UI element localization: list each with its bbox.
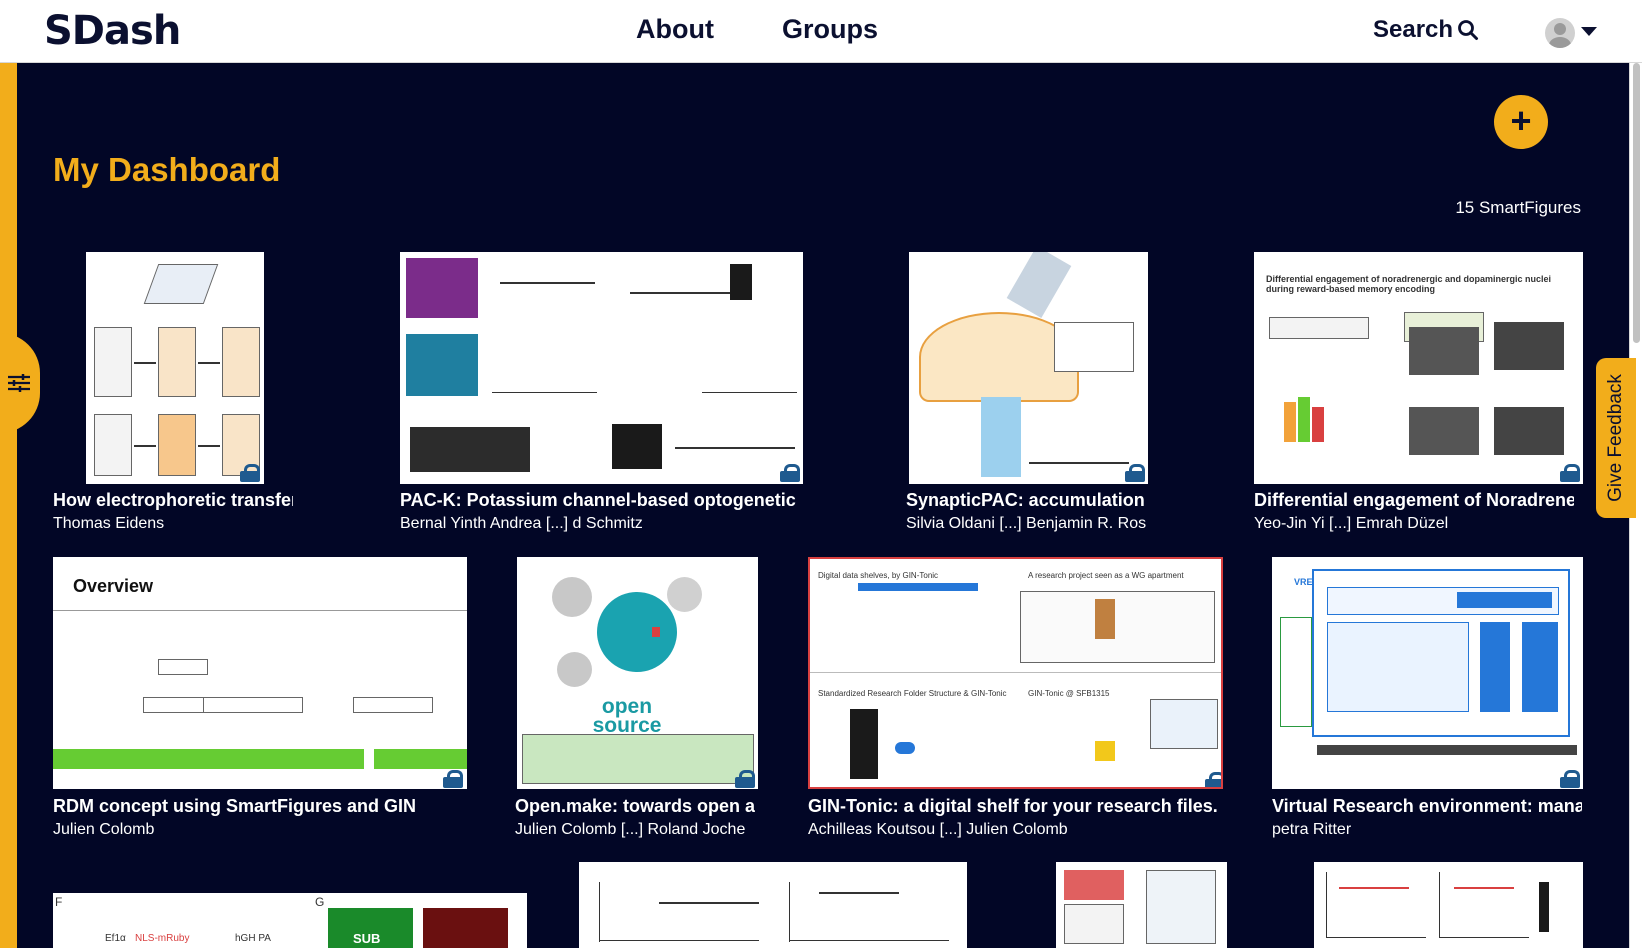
scrollbar-thumb[interactable]: [1633, 63, 1640, 343]
sidebar-rail: [0, 63, 17, 948]
figure-thumbnail[interactable]: Digital data shelves, by GIN-Tonic A res…: [808, 557, 1223, 789]
gin-heading-1: Digital data shelves, by GIN-Tonic: [818, 571, 939, 580]
card-title[interactable]: Open.make: towards open an: [515, 796, 755, 817]
give-feedback-button[interactable]: Give Feedback: [1596, 358, 1636, 518]
page-title: My Dashboard: [53, 151, 281, 188]
overview-heading: Overview: [73, 576, 154, 596]
add-figure-button[interactable]: +: [1494, 95, 1548, 149]
lock-icon: [1560, 464, 1580, 482]
sliders-icon[interactable]: [8, 373, 32, 399]
card-title[interactable]: RDM concept using SmartFigures and GIN: [53, 796, 467, 817]
figure-thumbnail[interactable]: F G Ef1α NLS-mRuby hGH PA SUB: [53, 893, 527, 948]
card-title[interactable]: How electrophoretic transfer: [53, 490, 293, 511]
gin-heading-4: GIN-Tonic @ SFB1315: [1028, 689, 1110, 698]
lock-icon: [735, 770, 755, 788]
lock-icon: [240, 464, 260, 482]
figure-thumbnail[interactable]: [86, 252, 264, 484]
sdash-logo[interactable]: SDash: [44, 8, 181, 54]
vre-label: VRE: [1294, 577, 1313, 587]
lock-icon: [1205, 772, 1221, 787]
card-title[interactable]: Differential engagement of Noradrener: [1254, 490, 1574, 511]
card-author: Thomas Eidens: [53, 515, 165, 532]
panel-label-f: F: [55, 895, 63, 909]
figure-thumbnail[interactable]: Overview: [53, 557, 467, 789]
search-label: Search: [1373, 16, 1454, 43]
nav-groups[interactable]: Groups: [782, 14, 878, 45]
card-author: petra Ritter: [1272, 821, 1352, 838]
construct-label-hgh: hGH PA: [235, 933, 271, 944]
lock-icon: [443, 770, 463, 788]
user-avatar[interactable]: [1545, 18, 1575, 48]
nav-about[interactable]: About: [636, 14, 714, 45]
construct-label-ef1a: Ef1α: [105, 933, 126, 944]
construct-label-mruby: NLS-mRuby: [135, 933, 190, 944]
region-label-sub: SUB: [353, 931, 381, 946]
card-author: Julien Colomb [...] Roland Joche: [515, 821, 746, 838]
search-icon: [1458, 20, 1479, 40]
feedback-label: Give Feedback: [1605, 374, 1626, 502]
figure-thumbnail[interactable]: [909, 252, 1148, 484]
gin-heading-2: A research project seen as a WG apartmen…: [1028, 571, 1184, 580]
card-title[interactable]: SynapticPAC: accumulation c: [906, 490, 1146, 511]
top-navbar: SDash About Groups Search: [0, 0, 1642, 63]
card-title[interactable]: PAC-K: Potassium channel-based optogenet…: [400, 490, 800, 511]
figure-heading: Differential engagement of noradrenergic…: [1266, 274, 1552, 294]
figure-thumbnail[interactable]: [579, 862, 967, 948]
panel-label-g: G: [315, 895, 325, 909]
gin-heading-3: Standardized Research Folder Structure &…: [818, 689, 1007, 698]
figure-thumbnail[interactable]: VRE: [1272, 557, 1583, 789]
lock-icon: [780, 464, 800, 482]
search-button[interactable]: Search: [1373, 16, 1479, 44]
figure-thumbnail[interactable]: [1056, 862, 1227, 948]
figure-thumbnail[interactable]: open source hardware: [517, 557, 758, 789]
figure-thumbnail[interactable]: [400, 252, 803, 484]
figure-count: 15 SmartFigures: [1455, 198, 1581, 217]
chevron-down-icon[interactable]: [1581, 27, 1597, 36]
card-title[interactable]: Virtual Research environment: manag: [1272, 796, 1582, 817]
figure-thumbnail[interactable]: [1314, 862, 1583, 948]
card-author: Yeo-Jin Yi [...] Emrah Düzel: [1254, 515, 1449, 532]
card-author: Julien Colomb: [53, 821, 155, 838]
lock-icon: [1560, 770, 1580, 788]
card-author: Bernal Yinth Andrea [...] d Schmitz: [400, 515, 643, 532]
figure-thumbnail[interactable]: Differential engagement of noradrenergic…: [1254, 252, 1583, 484]
card-author: Silvia Oldani [...] Benjamin R. Rost: [906, 515, 1146, 532]
card-title[interactable]: GIN-Tonic: a digital shelf for your rese…: [808, 796, 1223, 817]
lock-icon: [1125, 464, 1145, 482]
card-author: Achilleas Koutsou [...] Julien Colomb: [808, 821, 1068, 838]
